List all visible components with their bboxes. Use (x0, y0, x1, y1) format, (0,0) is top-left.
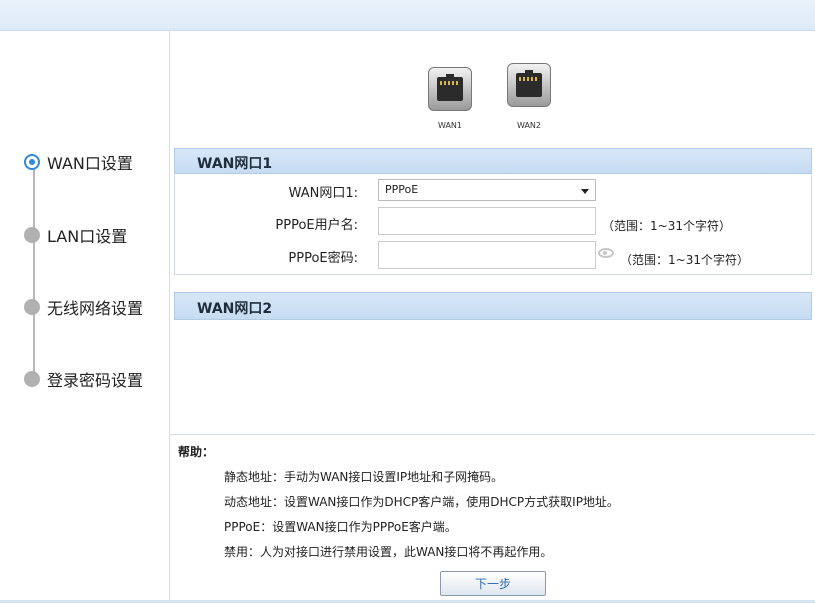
section-title: WAN网口2 (197, 301, 273, 317)
step-wan-settings[interactable]: WAN口设置 (24, 151, 133, 173)
wan-type-label: WAN网口1: (288, 186, 358, 201)
password-range-hint: （范围：1~31个字符） (620, 253, 749, 267)
wan-type-value: PPPoE (385, 183, 419, 196)
eye-icon[interactable] (598, 248, 614, 258)
step-progress-line (33, 162, 35, 380)
pppoe-password-label: PPPoE密码: (288, 251, 358, 266)
help-title: 帮助： (178, 445, 215, 459)
step-inactive-icon (24, 371, 40, 387)
port-label: WAN1 (437, 121, 463, 130)
port-label: WAN2 (516, 121, 542, 130)
port-wan1[interactable]: WAN1 (426, 67, 474, 130)
pppoe-username-input[interactable] (378, 207, 596, 235)
step-lan-settings[interactable]: LAN口设置 (24, 224, 127, 246)
wan-type-select[interactable]: PPPoE (378, 179, 596, 201)
wan1-section-header: WAN网口1 (174, 148, 812, 174)
help-line: 静态地址：手动为WAN接口设置IP地址和子网掩码。 (224, 470, 504, 484)
port-wan2[interactable]: WAN2 (505, 63, 553, 130)
step-label: LAN口设置 (47, 227, 128, 246)
step-inactive-icon (24, 299, 40, 315)
section-title: WAN网口1 (197, 156, 273, 172)
chevron-down-icon (581, 189, 589, 194)
help-line: 禁用：人为对接口进行禁用设置，此WAN接口将不再起作用。 (224, 545, 553, 559)
step-active-icon (24, 154, 40, 170)
pppoe-password-input[interactable] (378, 241, 596, 269)
step-password-settings[interactable]: 登录密码设置 (24, 368, 143, 390)
help-panel: 帮助： 静态地址：手动为WAN接口设置IP地址和子网掩码。 动态地址：设置WAN… (170, 434, 815, 604)
pppoe-username-label: PPPoE用户名: (275, 218, 358, 233)
next-button[interactable]: 下一步 (440, 571, 546, 596)
wan2-section-header[interactable]: WAN网口2 (174, 292, 812, 320)
step-label: 登录密码设置 (47, 371, 144, 390)
ethernet-port-icon (428, 67, 472, 111)
username-range-hint: （范围：1~31个字符） (602, 219, 731, 233)
step-wireless-settings[interactable]: 无线网络设置 (24, 296, 143, 318)
step-label: WAN口设置 (47, 154, 133, 173)
help-line: 动态地址：设置WAN接口作为DHCP客户端，使用DHCP方式获取IP地址。 (224, 495, 619, 509)
help-line: PPPoE：设置WAN接口作为PPPoE客户端。 (224, 520, 457, 534)
top-banner (0, 0, 815, 31)
step-label: 无线网络设置 (47, 299, 144, 318)
ethernet-port-icon (507, 63, 551, 107)
step-inactive-icon (24, 227, 40, 243)
